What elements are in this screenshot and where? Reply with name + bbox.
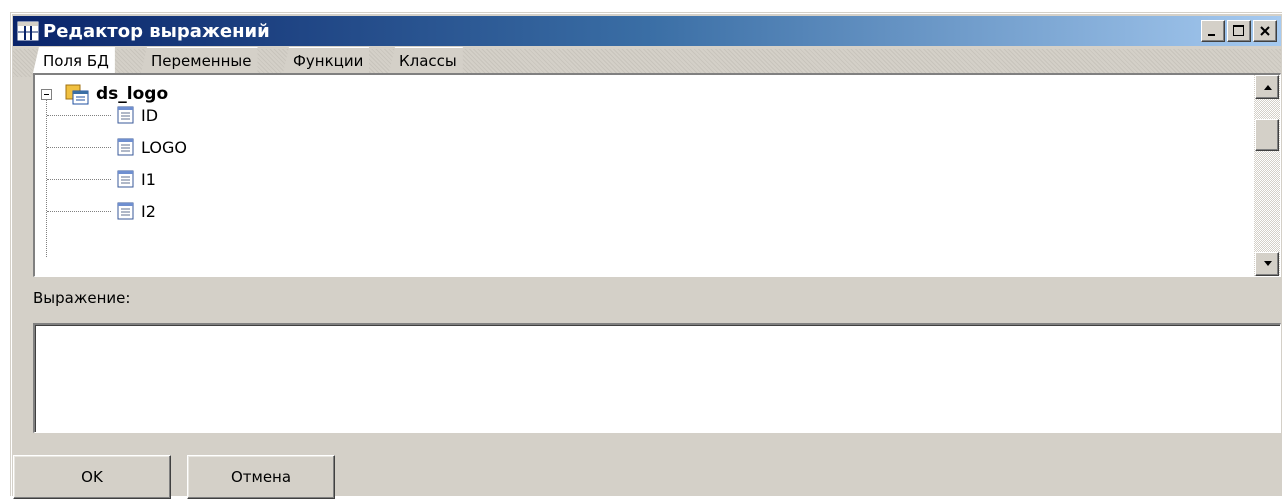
tree-root-node[interactable]: ds_logo bbox=[41, 83, 168, 105]
tree-field-item[interactable]: ID bbox=[117, 104, 158, 126]
tab-functions[interactable]: Функции bbox=[283, 47, 370, 73]
tab-db-fields[interactable]: Поля БД bbox=[33, 47, 115, 73]
tree-field-item[interactable]: LOGO bbox=[117, 136, 187, 158]
tab-classes[interactable]: Классы bbox=[389, 47, 463, 73]
scroll-up-button[interactable] bbox=[1255, 75, 1279, 99]
field-icon bbox=[117, 202, 135, 220]
db-fields-tree[interactable]: ds_logo ID LOGO I1 I2 bbox=[33, 73, 1281, 277]
title-buttons bbox=[1201, 20, 1277, 42]
field-label: ID bbox=[141, 105, 159, 125]
field-label: I1 bbox=[141, 169, 156, 189]
expression-editor-window: Редактор выражений Поля БД Переменные Фу… bbox=[10, 12, 1282, 499]
collapse-icon[interactable] bbox=[41, 88, 52, 100]
scroll-down-button[interactable] bbox=[1255, 252, 1279, 276]
datasource-icon bbox=[64, 83, 90, 105]
expression-input[interactable] bbox=[33, 323, 1281, 433]
field-label: I2 bbox=[141, 201, 156, 221]
arrow-down-icon bbox=[1264, 261, 1272, 266]
tree-field-item[interactable]: I1 bbox=[117, 168, 156, 190]
window-table-icon bbox=[17, 21, 39, 41]
field-icon bbox=[117, 106, 135, 124]
close-button[interactable] bbox=[1253, 20, 1277, 42]
tree-field-item[interactable]: I2 bbox=[117, 200, 156, 222]
tab-variables[interactable]: Переменные bbox=[141, 47, 258, 73]
title-bar[interactable]: Редактор выражений bbox=[13, 16, 1281, 46]
field-icon bbox=[117, 170, 135, 188]
close-icon bbox=[1260, 26, 1270, 36]
maximize-button[interactable] bbox=[1227, 20, 1251, 42]
field-icon bbox=[117, 138, 135, 156]
minimize-button[interactable] bbox=[1201, 20, 1225, 42]
tree-vertical-scrollbar[interactable] bbox=[1254, 75, 1280, 276]
arrow-up-icon bbox=[1264, 85, 1272, 90]
minimize-icon bbox=[1208, 34, 1215, 36]
maximize-icon bbox=[1233, 25, 1244, 36]
window-title: Редактор выражений bbox=[43, 20, 270, 42]
ok-button[interactable]: OK bbox=[13, 455, 171, 499]
expression-label: Выражение: bbox=[33, 289, 131, 307]
scroll-thumb[interactable] bbox=[1255, 119, 1279, 151]
field-label: LOGO bbox=[141, 137, 187, 157]
tree-root-label: ds_logo bbox=[96, 84, 169, 104]
cancel-button[interactable]: Отмена bbox=[187, 455, 335, 499]
